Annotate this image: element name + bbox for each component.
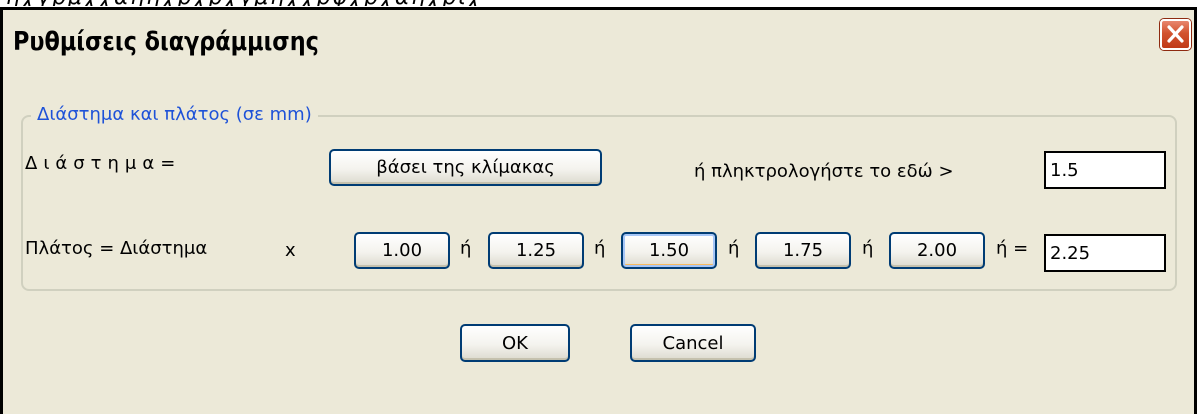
width-factor-1-75-button[interactable]: 1.75 [755, 232, 851, 269]
screen: ηχγρμχχαηηχρχρχγμηχχρφχρχαηχριχ Ρυθμίσει… [0, 0, 1197, 414]
hatch-settings-dialog: Ρυθμίσεις διαγράμμισης Διάστημα και πλάτ… [0, 7, 1197, 414]
times-label: x [285, 240, 296, 261]
scale-based-button[interactable]: βάσει της κλίμακας [329, 149, 602, 186]
cancel-button[interactable]: Cancel [630, 324, 756, 362]
title-bar: Ρυθμίσεις διαγράμμισης [3, 10, 1194, 81]
or-separator: ή [460, 238, 472, 259]
ok-button[interactable]: OK [460, 324, 570, 362]
dialog-title: Ρυθμίσεις διαγράμμισης [13, 27, 319, 57]
or-separator: ή [862, 238, 874, 259]
spacing-label: Διάστημα= [25, 153, 182, 174]
width-label: Πλάτος = Διάστημα [25, 238, 208, 259]
or-equals-label: ή = [996, 238, 1029, 259]
width-factor-1-25-button[interactable]: 1.25 [488, 232, 584, 269]
groupbox-legend: Διάστημα και πλάτος (σε mm) [31, 104, 318, 125]
cropped-text-above: ηχγρμχχαηηχρχρχγμηχχρφχρχαηχριχ [0, 0, 1197, 6]
spacing-input[interactable] [1044, 151, 1166, 189]
width-factor-2-00-button[interactable]: 2.00 [889, 232, 985, 269]
spacing-width-groupbox [21, 115, 1177, 291]
close-button[interactable] [1160, 19, 1191, 50]
or-separator: ή [594, 238, 606, 259]
close-icon [1167, 25, 1184, 43]
or-type-here-label: ή πληκτρολογήστε το εδώ > [694, 161, 954, 182]
or-separator: ή [728, 238, 740, 259]
width-factor-1-00-button[interactable]: 1.00 [354, 232, 450, 269]
width-factor-1-50-button[interactable]: 1.50 [621, 232, 717, 269]
width-input[interactable] [1044, 234, 1166, 272]
